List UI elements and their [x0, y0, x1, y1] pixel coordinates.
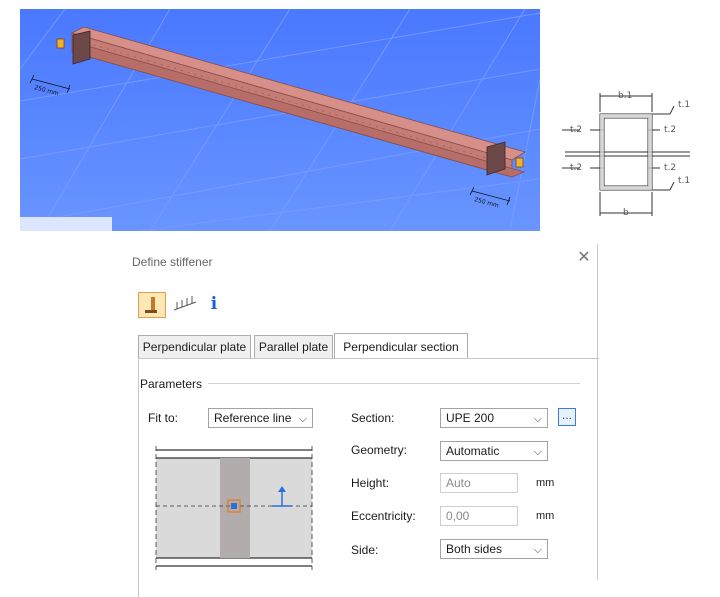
label-t2-lower-right: t.2 [664, 163, 677, 173]
stiffener-icon [145, 297, 157, 313]
parameters-group-label: Parameters [140, 377, 203, 391]
section-value: UPE 200 [446, 411, 495, 425]
section-select[interactable]: UPE 200 ⌵ [440, 408, 548, 428]
chevron-down-icon: ⌵ [533, 413, 542, 425]
dimension-label-left: 250 mm [33, 84, 59, 97]
eccentricity-input[interactable]: 0,00 [440, 506, 518, 526]
tab-parallel-plate[interactable]: Parallel plate [254, 335, 333, 358]
fit-to-label: Fit to: [148, 411, 179, 425]
dialog-title: Define stiffener [132, 255, 213, 269]
chevron-down-icon: ⌵ [533, 446, 542, 458]
side-label: Side: [351, 543, 379, 557]
viewport-corner-overlay [20, 217, 112, 231]
height-input[interactable]: Auto [440, 473, 518, 493]
fit-to-select[interactable]: Reference line ⌵ [208, 408, 313, 428]
fit-to-value: Reference line [214, 411, 292, 425]
chevron-down-icon: ⌵ [298, 413, 307, 425]
label-t2-upper-left: t.2 [570, 125, 583, 135]
close-icon[interactable]: ✕ [576, 250, 592, 266]
beam-model: 250 mm 250 mm [20, 9, 540, 231]
label-b1: b.1 [618, 91, 633, 101]
dimension-label-right: 250 mm [473, 196, 499, 209]
geometry-value: Automatic [446, 444, 500, 458]
section-browse-button[interactable]: ... [558, 408, 576, 426]
label-b: b [623, 208, 629, 218]
label-t1-top: t.1 [678, 100, 691, 110]
height-label: Height: [351, 476, 390, 490]
eccentricity-label: Eccentricity: [351, 509, 416, 523]
label-t2-lower-left: t.2 [570, 163, 583, 173]
eccentricity-unit: mm [536, 510, 555, 522]
stiffener-preview-drawing [155, 446, 313, 570]
side-select[interactable]: Both sides ⌵ [440, 539, 548, 559]
info-icon[interactable]: i [206, 292, 222, 316]
height-unit: mm [536, 477, 555, 489]
3d-viewport[interactable]: 250 mm 250 mm [20, 9, 540, 231]
section-sketch: b.1 t.1 t.2 t.2 t.2 t.2 t.1 b [560, 92, 705, 220]
geometry-select[interactable]: Automatic ⌵ [440, 441, 548, 461]
stiffener-section-drawing [562, 93, 690, 216]
label-t1-bottom: t.1 [678, 176, 691, 186]
chevron-down-icon: ⌵ [533, 544, 542, 556]
define-stiffener-dialog: Define stiffener ✕ i Perpendicular plate… [124, 244, 599, 597]
section-label: Section: [351, 411, 395, 425]
side-value: Both sides [446, 542, 503, 556]
geometry-label: Geometry: [351, 443, 408, 457]
dialog-right-border [597, 244, 598, 580]
tab-perpendicular-section[interactable]: Perpendicular section [334, 333, 468, 358]
stiffener-array-icon [173, 296, 197, 311]
multiple-stiffeners-button[interactable] [172, 292, 198, 316]
stiffener-type-button[interactable] [138, 292, 166, 318]
tab-perpendicular-plate[interactable]: Perpendicular plate [138, 335, 251, 358]
label-t2-upper-right: t.2 [664, 125, 677, 135]
stiffener-preview [154, 442, 316, 574]
group-divider [208, 383, 580, 384]
